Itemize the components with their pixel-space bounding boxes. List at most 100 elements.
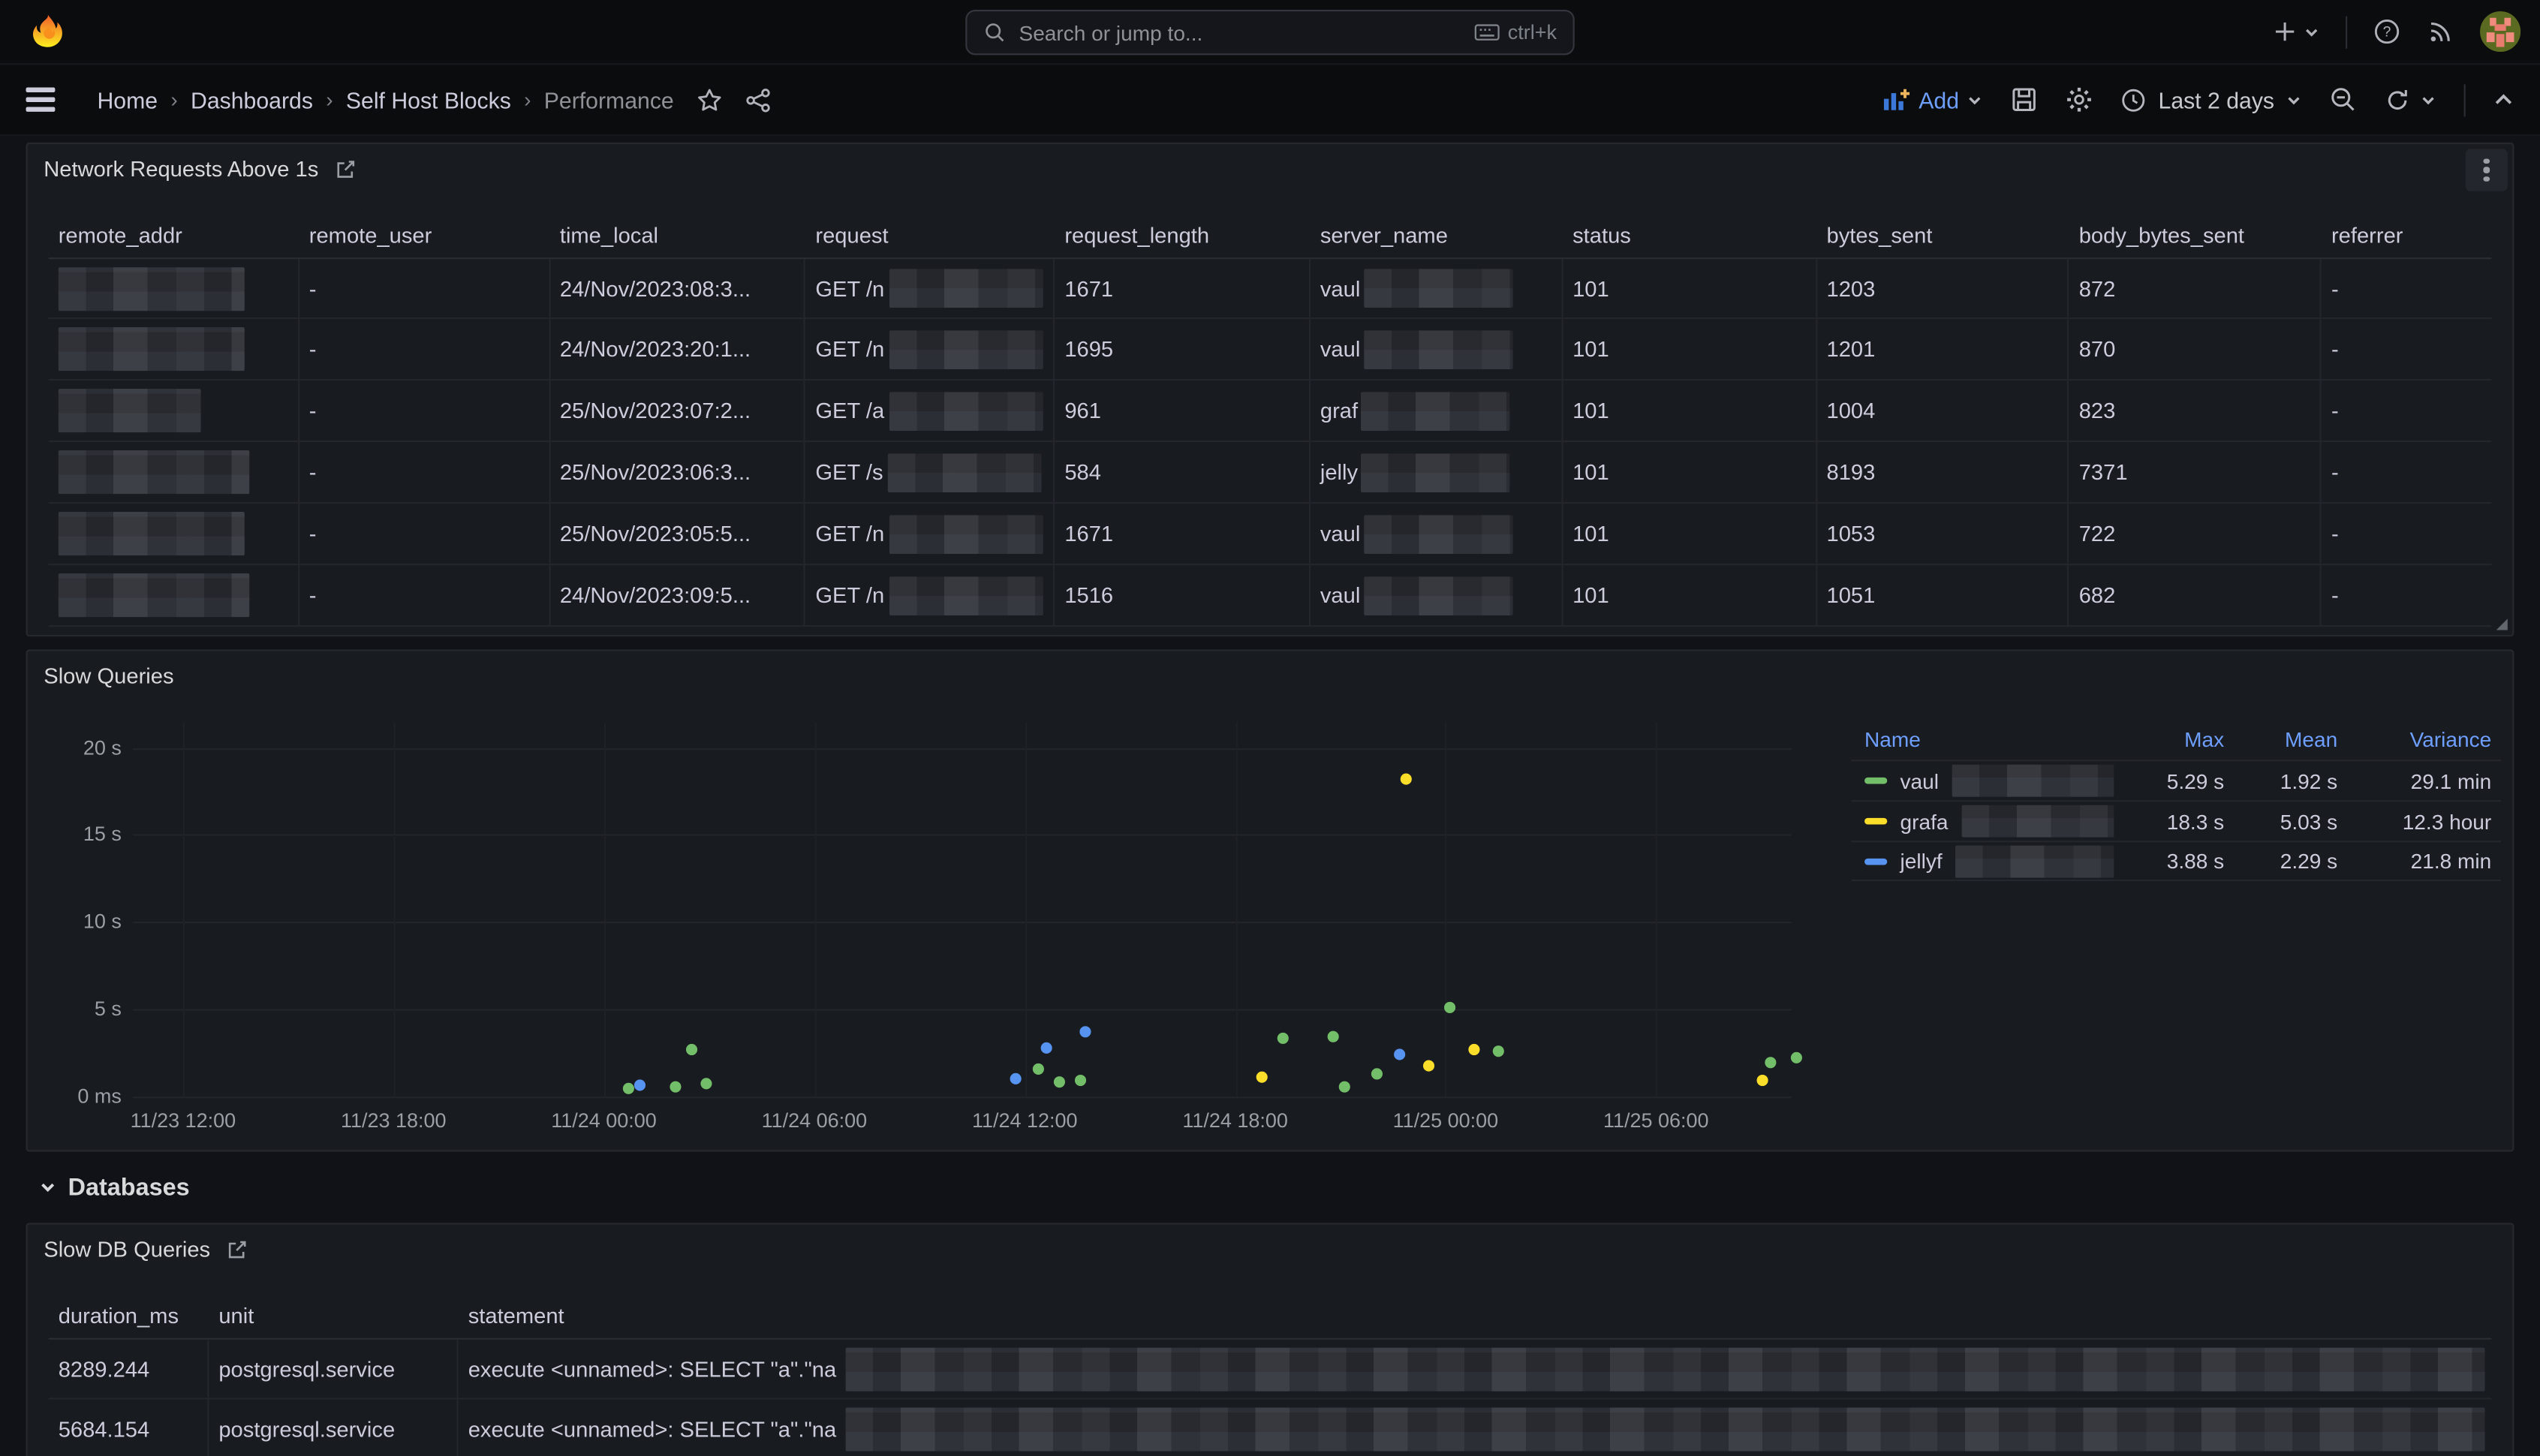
menu-toggle-button[interactable] [26,88,56,111]
column-header-remote_user[interactable]: remote_user [299,214,550,257]
panel-title[interactable]: Slow DB Queries [44,1237,210,1261]
table-body: -24/Nov/2023:08:3...GET /n1671vaul101120… [49,257,2492,627]
cell-time-local: 24/Nov/2023:09:5... [550,565,806,625]
legend-series-name[interactable]: grafa [1864,805,2114,838]
cell-body-bytes-sent: 870 [2069,319,2322,379]
y-axis-tick-label: 0 ms [47,1085,122,1108]
scatter-point[interactable] [1444,1002,1455,1013]
scatter-point[interactable] [1042,1042,1053,1054]
scatter-point[interactable] [1074,1075,1085,1086]
breadcrumb: Home › Dashboards › Self Host Blocks › P… [97,86,673,113]
external-link-icon[interactable] [335,158,356,179]
refresh-button[interactable] [2385,86,2436,113]
table-header-row: duration_msunitstatement [49,1294,2492,1337]
legend-max: 5.29 s [2114,769,2224,793]
time-range-picker[interactable]: Last 2 days [2121,86,2302,113]
cell-remote-user: - [299,259,550,317]
news-button[interactable] [2427,18,2454,46]
search-input[interactable]: Search or jump to... ctrl+k [965,10,1574,55]
table-row: -25/Nov/2023:05:5...GET /n1671vaul101105… [49,504,2492,565]
breadcrumb-home[interactable]: Home [97,86,158,113]
cell-bytes-sent: 1051 [1817,565,2069,625]
star-button[interactable] [697,86,723,113]
scatter-point[interactable] [1469,1044,1480,1055]
x-axis-tick-label: 11/24 12:00 [972,1109,1078,1132]
share-button[interactable] [745,86,772,113]
grafana-logo-icon[interactable] [29,13,67,50]
cell-unit: postgresql.service [209,1340,458,1398]
column-header-statement[interactable]: statement [459,1294,2491,1337]
panel-header[interactable]: Slow DB Queries [28,1225,2513,1274]
cell-time-local: 25/Nov/2023:06:3... [550,442,806,502]
scatter-point[interactable] [1079,1026,1091,1037]
gridline-x [393,723,395,1097]
table-row: -25/Nov/2023:07:2...GET /a961graf1011004… [49,381,2492,442]
cell-body-bytes-sent: 823 [2069,381,2322,441]
scatter-point[interactable] [670,1081,681,1093]
column-header-request_length[interactable]: request_length [1055,214,1311,257]
help-button[interactable]: ? [2373,18,2401,46]
scatter-point[interactable] [686,1044,697,1055]
breadcrumb-folder[interactable]: Self Host Blocks [346,86,511,113]
scatter-point[interactable] [1493,1045,1504,1057]
scatter-point[interactable] [1256,1072,1268,1083]
scatter-point[interactable] [1053,1076,1064,1087]
column-header-server_name[interactable]: server_name [1311,214,1563,257]
save-dashboard-button[interactable] [2011,86,2039,113]
scatter-point[interactable] [633,1079,645,1090]
legend-header-name[interactable]: Name [1864,727,2114,751]
dashboard-settings-button[interactable] [2066,86,2094,113]
section-databases[interactable]: Databases [26,1151,2514,1223]
column-header-remote_addr[interactable]: remote_addr [49,214,299,257]
scatter-point[interactable] [622,1083,633,1094]
column-header-unit[interactable]: unit [209,1294,458,1337]
scatter-point[interactable] [1032,1063,1043,1075]
new-menu-button[interactable] [2273,20,2320,44]
user-avatar[interactable] [2480,11,2520,52]
column-header-duration_ms[interactable]: duration_ms [49,1294,209,1337]
legend-series-name[interactable]: vaul [1864,765,2114,797]
cell-request: GET /n [805,565,1055,625]
legend-header-row: NameMaxMeanVariance [1852,719,2501,760]
legend-header-max[interactable]: Max [2114,727,2224,751]
add-panel-button[interactable]: Add [1883,86,1984,113]
scatter-point[interactable] [1765,1057,1776,1068]
legend-header-mean[interactable]: Mean [2224,727,2337,751]
redacted-blur [1364,514,1513,553]
collapse-toolbar-button[interactable] [2493,89,2514,110]
cell-status: 101 [1563,504,1816,564]
scatter-point[interactable] [700,1078,712,1089]
column-header-bytes_sent[interactable]: bytes_sent [1817,214,2069,257]
legend-series-name[interactable]: jellyf [1864,844,2114,877]
column-header-referrer[interactable]: referrer [2322,214,2491,257]
scatter-point[interactable] [1328,1031,1339,1042]
panel-menu-button[interactable] [2466,149,2508,191]
panel-resize-handle[interactable] [2496,618,2508,630]
column-header-request[interactable]: request [805,214,1055,257]
cell-remote-user: - [299,565,550,625]
cell-request-length: 584 [1055,442,1311,502]
scatter-point[interactable] [1339,1081,1350,1093]
cell-remote-user: - [299,381,550,441]
column-header-time_local[interactable]: time_local [550,214,806,257]
scatter-point[interactable] [1756,1075,1768,1086]
zoom-out-button[interactable] [2329,86,2357,113]
cell-request-length: 1695 [1055,319,1311,379]
scatter-point[interactable] [1278,1033,1289,1044]
scatter-point[interactable] [1371,1068,1383,1079]
external-link-icon[interactable] [227,1238,248,1259]
panel-title[interactable]: Network Requests Above 1s [44,156,318,180]
scatter-point[interactable] [1010,1073,1022,1084]
scatter-point[interactable] [1401,773,1413,784]
scatter-point[interactable] [1791,1052,1802,1063]
scatter-point[interactable] [1423,1060,1434,1072]
breadcrumb-dashboards[interactable]: Dashboards [191,86,313,113]
gridline-x [1656,723,1657,1097]
scatter-point[interactable] [1395,1048,1406,1060]
gridline-x [183,723,185,1097]
column-header-status[interactable]: status [1563,214,1816,257]
x-axis-tick-label: 11/25 06:00 [1603,1109,1709,1132]
panel-header[interactable]: Network Requests Above 1s [28,144,2513,193]
column-header-body_bytes_sent[interactable]: body_bytes_sent [2069,214,2322,257]
legend-header-variance[interactable]: Variance [2337,727,2491,751]
